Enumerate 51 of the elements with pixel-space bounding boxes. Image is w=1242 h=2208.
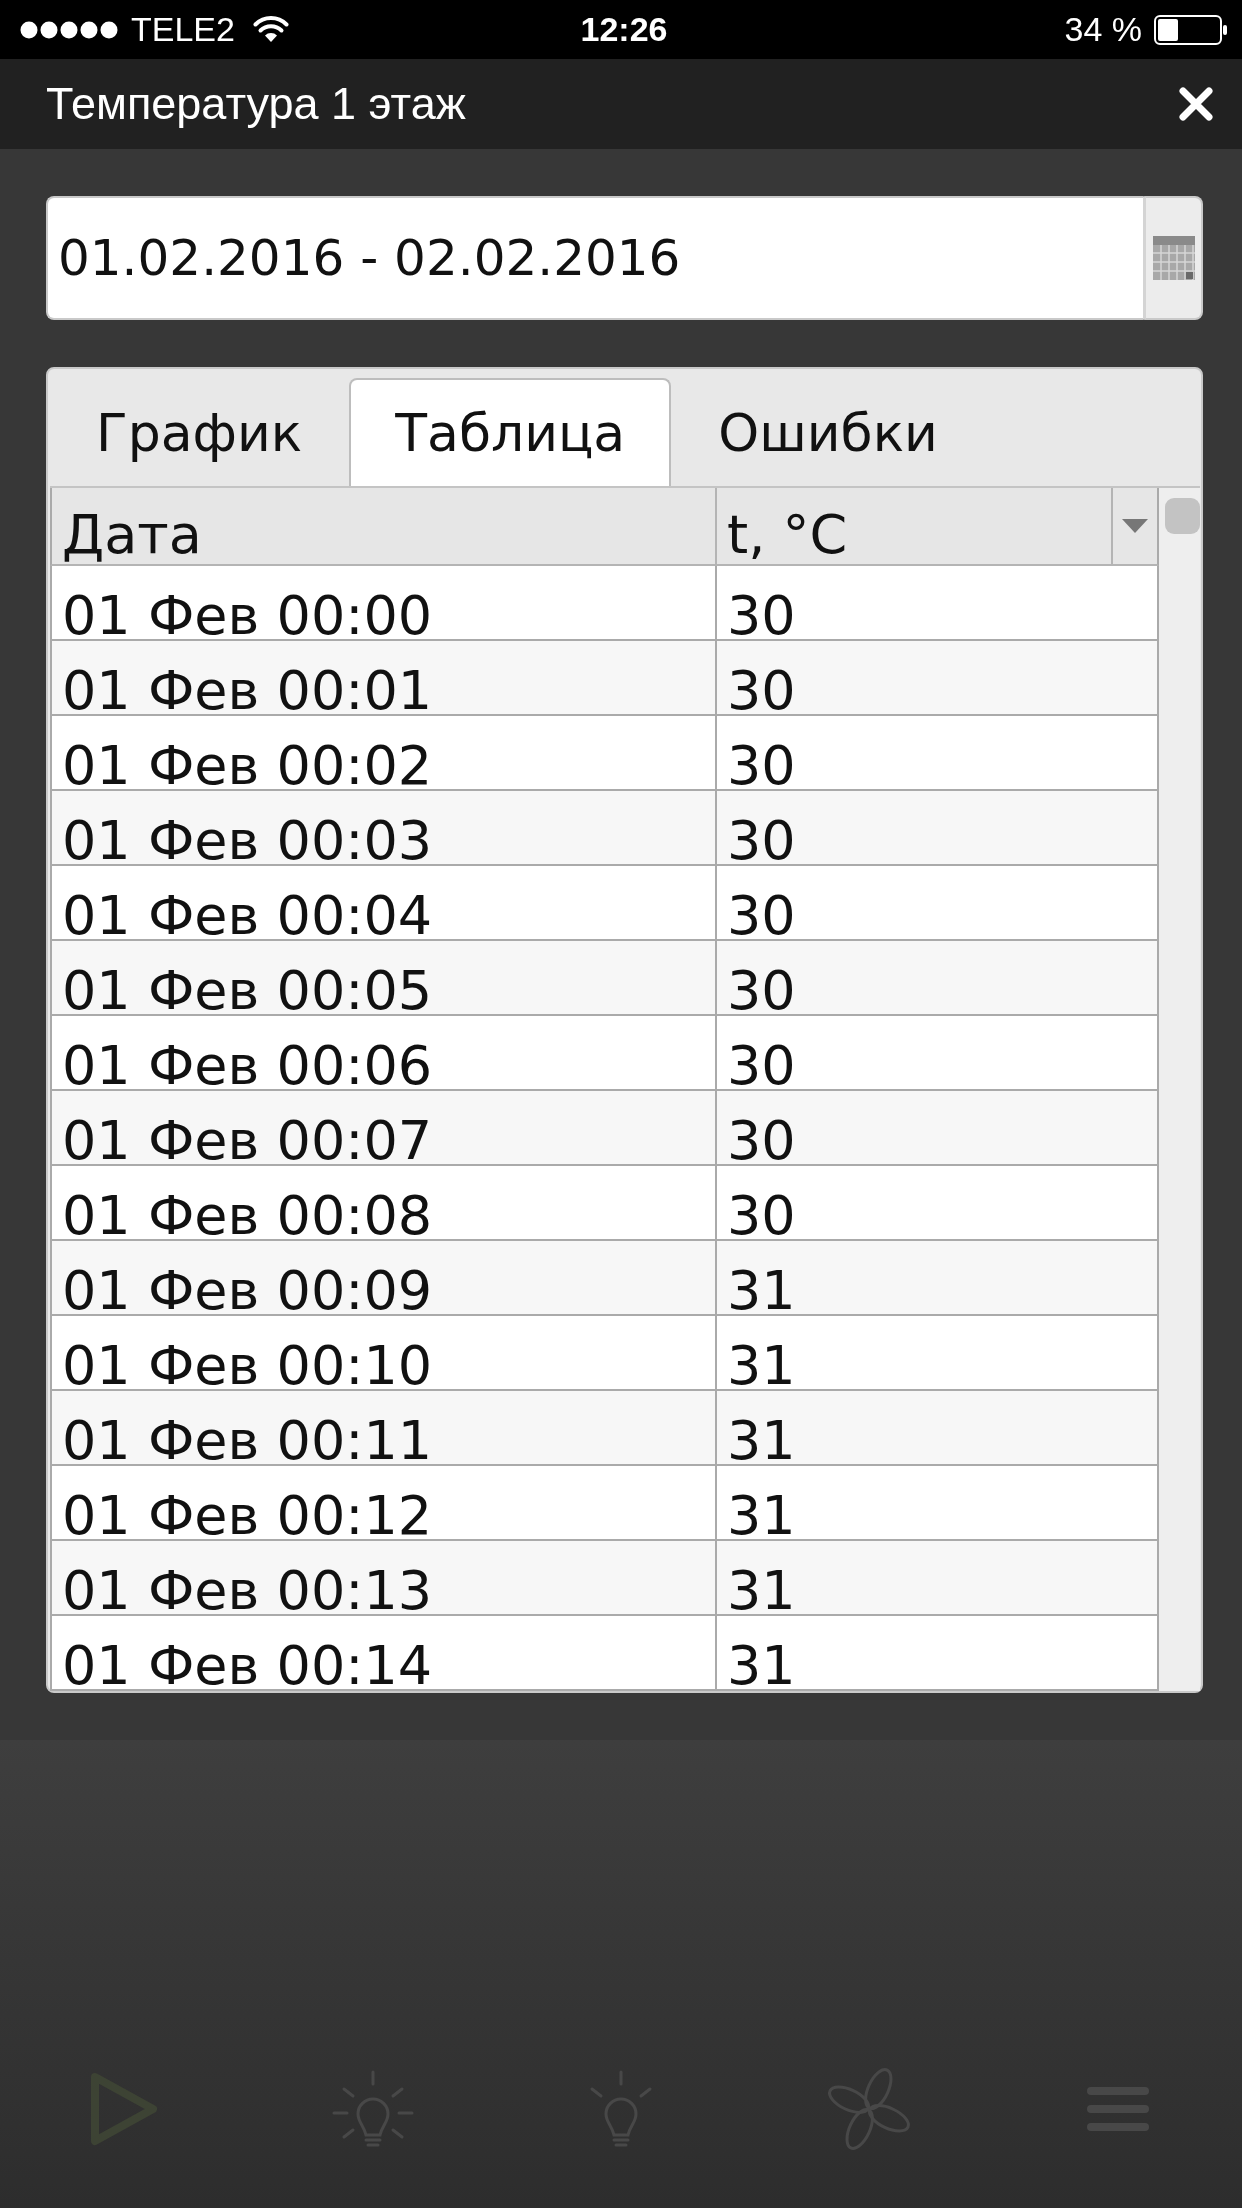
date-range-field[interactable]: 01.02.2016 - 02.02.2016 (46, 196, 1143, 320)
column-menu-button[interactable] (1113, 488, 1159, 566)
menu-icon[interactable] (1086, 2087, 1149, 2131)
caret-icon (1122, 519, 1148, 533)
table-cell: 01 Фев 00:11 (50, 1391, 717, 1466)
table-cell: 31 (717, 1241, 1159, 1316)
window-title: Температура 1 этаж (46, 78, 466, 130)
table-cell: 31 (717, 1316, 1159, 1391)
table-cell: 01 Фев 00:06 (50, 1016, 717, 1091)
table-cell: 01 Фев 00:13 (50, 1541, 717, 1616)
table-cell: 01 Фев 00:08 (50, 1166, 717, 1241)
table-cell: 01 Фев 00:04 (50, 866, 717, 941)
scrollbar-track[interactable] (1159, 488, 1200, 1691)
table-cell: 01 Фев 00:12 (50, 1466, 717, 1541)
tab[interactable]: Ошибки (672, 378, 984, 486)
table-cell: 31 (717, 1616, 1159, 1691)
table-cell: 01 Фев 00:05 (50, 941, 717, 1016)
table-cell: 31 (717, 1541, 1159, 1616)
scrollbar-thumb[interactable] (1165, 498, 1200, 534)
wifi-icon (252, 16, 289, 43)
table-cell: 01 Фев 00:03 (50, 791, 717, 866)
table-cell: 30 (717, 791, 1159, 866)
column-header[interactable]: t, °C (717, 488, 1113, 566)
table-cell: 01 Фев 00:02 (50, 716, 717, 791)
table-cell: 30 (717, 641, 1159, 716)
table-cell: 01 Фев 00:07 (50, 1091, 717, 1166)
table-cell: 30 (717, 1091, 1159, 1166)
column-header[interactable]: Дата (50, 488, 717, 566)
table-cell: 01 Фев 00:14 (50, 1616, 717, 1691)
table-cell: 01 Фев 00:10 (50, 1316, 717, 1391)
calendar-button[interactable] (1143, 196, 1203, 320)
calendar-icon (1152, 236, 1195, 280)
clock-time: 12:26 (580, 10, 668, 49)
tab[interactable]: График (50, 378, 349, 486)
signal-icon (20, 20, 120, 39)
table-cell: 31 (717, 1466, 1159, 1541)
tab[interactable]: Таблица (349, 378, 672, 486)
table-cell: 30 (717, 1166, 1159, 1241)
carrier-name: TELE2 (131, 10, 235, 49)
table-cell: 30 (717, 941, 1159, 1016)
battery-percentage: 34 % (1064, 10, 1142, 49)
table-cell: 31 (717, 1391, 1159, 1466)
table-cell: 30 (717, 866, 1159, 941)
close-icon[interactable] (1178, 86, 1214, 122)
table-cell: 01 Фев 00:09 (50, 1241, 717, 1316)
table-cell: 30 (717, 716, 1159, 791)
battery-icon (1154, 14, 1228, 45)
table-cell: 01 Фев 00:00 (50, 566, 717, 641)
table-cell: 30 (717, 1016, 1159, 1091)
table-cell: 30 (717, 566, 1159, 641)
table-cell: 01 Фев 00:01 (50, 641, 717, 716)
